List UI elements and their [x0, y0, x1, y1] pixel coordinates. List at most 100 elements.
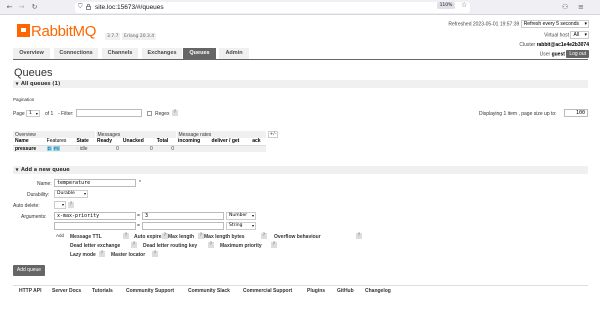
col-features: Features [44, 138, 75, 146]
dlrk-help-icon[interactable]: ? [208, 242, 214, 248]
arg-value-input-2[interactable] [142, 222, 224, 230]
footer-github[interactable]: GitHub [337, 288, 354, 294]
col-name[interactable]: Name [13, 138, 45, 146]
arg-type-select[interactable]: Number [226, 212, 256, 220]
arg-type-select-2[interactable]: String [226, 222, 256, 230]
queue-features: D Pri [44, 145, 75, 152]
add-queue-button[interactable]: Add queue [13, 265, 45, 276]
required-mark: * [139, 180, 141, 186]
tab-exchanges[interactable]: Exchanges [142, 48, 182, 59]
autodelete-select[interactable] [54, 201, 66, 209]
footer-community-support[interactable]: Community Support [126, 288, 174, 294]
regex-help-icon[interactable]: ? [172, 110, 178, 116]
arg-equals-2: = [137, 223, 140, 229]
footer-http-api[interactable]: HTTP API [19, 288, 42, 294]
max-priority-help-icon[interactable]: ? [271, 242, 277, 248]
page-size-input[interactable]: 100 [564, 109, 588, 117]
arg-master-locator[interactable]: Master locator [111, 252, 145, 258]
erlang-badge: Erlang 20.3.4 [122, 33, 157, 40]
footer-commercial-support[interactable]: Commercial Support [243, 288, 292, 294]
zoom-level[interactable]: 110% [437, 2, 455, 9]
queue-name-link[interactable]: pressure [13, 145, 45, 152]
collapse-caret-icon: ▼ [15, 167, 19, 172]
refreshed-text: Refreshed 2023-05-01 19:57:39 [448, 21, 520, 28]
arg-max-length[interactable]: Max length [168, 234, 194, 240]
cluster-name: rabbit@ac1e4e2b3074 [536, 42, 589, 48]
logo-text: RabbitMQ [31, 23, 97, 40]
forward-icon[interactable]: → [17, 3, 26, 12]
master-locator-help-icon[interactable]: ? [152, 251, 158, 257]
tab-channels[interactable]: Channels [102, 48, 138, 59]
tab-queues[interactable]: Queues [183, 48, 216, 59]
tab-overview[interactable]: Overview [13, 48, 50, 59]
vhost-select[interactable]: All [570, 31, 589, 39]
arg-max-length-bytes[interactable]: Max length bytes [204, 234, 245, 240]
tab-connections[interactable]: Connections [54, 48, 98, 59]
feature-durable-badge: D [46, 145, 52, 151]
footer-server-docs[interactable]: Server Docs [52, 288, 81, 294]
user-row: User guest Log out [540, 50, 589, 58]
arg-overflow-behaviour[interactable]: Overflow behaviour [274, 234, 321, 240]
col-ack[interactable]: ack [250, 138, 266, 146]
all-queues-header[interactable]: ▼ All queues (1) [13, 80, 588, 88]
add-queue-header[interactable]: ▼ Add a new queue [13, 166, 588, 174]
arg-key-input-2[interactable] [54, 222, 136, 230]
tab-divider [13, 59, 588, 60]
column-toggle-button[interactable]: +/- [268, 131, 278, 138]
arg-auto-expire[interactable]: Auto expire [134, 234, 162, 240]
arg-dead-letter-exchange[interactable]: Dead letter exchange [70, 243, 120, 249]
collapse-caret-icon: ▼ [15, 81, 19, 86]
footer-community-slack[interactable]: Community Slack [188, 288, 230, 294]
queue-state-text: idle [79, 145, 88, 152]
bookmark-star-icon[interactable]: ☆ [461, 1, 467, 9]
arg-key-input[interactable]: x-max-priority [54, 212, 136, 220]
max-length-bytes-help-icon[interactable]: ? [261, 233, 267, 239]
arg-maximum-priority[interactable]: Maximum priority [220, 243, 262, 249]
queue-ready: 0 [95, 145, 121, 152]
refresh-row: Refreshed 2023-05-01 19:57:39 Refresh ev… [448, 20, 589, 28]
autodelete-help-icon[interactable]: ? [68, 202, 74, 208]
page-info-icon[interactable] [86, 4, 91, 10]
footer-tutorials[interactable]: Tutorials [92, 288, 113, 294]
arg-dead-letter-routing-key[interactable]: Dead letter routing key [143, 243, 197, 249]
rabbitmq-logo[interactable]: RabbitMQ [17, 21, 102, 41]
arg-equals: = [137, 213, 140, 219]
group-message-rates: Message rates [176, 131, 267, 138]
durability-select[interactable]: Durable [54, 190, 88, 198]
col-ready[interactable]: Ready [95, 138, 121, 146]
col-incoming[interactable]: incoming [176, 138, 210, 146]
arg-lazy-mode[interactable]: Lazy mode [70, 252, 96, 258]
footer-changelog[interactable]: Changelog [365, 288, 391, 294]
queue-name-input[interactable]: temperature [54, 179, 136, 187]
add-label: Add [56, 233, 65, 238]
back-icon[interactable]: ← [5, 3, 14, 12]
dlx-help-icon[interactable]: ? [131, 242, 137, 248]
queues-table: Overview Messages Message rates Name Fea… [13, 131, 267, 152]
logo-mark [17, 24, 30, 37]
arg-value-input[interactable]: 3 [142, 212, 224, 220]
all-queues-title: All queues (1) [21, 81, 61, 87]
menu-icon[interactable]: ≡ [578, 3, 584, 12]
overflow-help-icon[interactable]: ? [356, 233, 362, 239]
queue-total: 0 [154, 145, 176, 152]
logout-button[interactable]: Log out [566, 50, 589, 58]
page-select[interactable]: 1 [26, 110, 40, 117]
footer-plugins[interactable]: Plugins [307, 288, 325, 294]
col-total[interactable]: Total [154, 138, 176, 146]
lazy-mode-help-icon[interactable]: ? [99, 251, 105, 257]
tab-admin[interactable]: Admin [219, 48, 249, 59]
address-bar[interactable]: ⛉ site.loc:15673/#/queues [75, 2, 470, 13]
col-state[interactable]: State [74, 138, 95, 146]
queue-unacked: 0 [120, 145, 155, 152]
filter-input[interactable] [76, 109, 142, 117]
extensions-icon[interactable]: ⚇ [562, 3, 568, 12]
col-deliver-get[interactable]: deliver / get [209, 138, 251, 146]
durability-label: Durability: [27, 192, 50, 198]
refresh-select[interactable]: Refresh every 5 seconds [520, 20, 589, 28]
col-unacked[interactable]: Unacked [120, 138, 155, 146]
reload-icon[interactable]: ↻ [30, 3, 39, 12]
regex-checkbox[interactable] [147, 111, 152, 116]
arg-message-ttl[interactable]: Message TTL [70, 234, 102, 240]
message-ttl-help-icon[interactable]: ? [123, 233, 129, 239]
page-label: Page [13, 111, 25, 117]
